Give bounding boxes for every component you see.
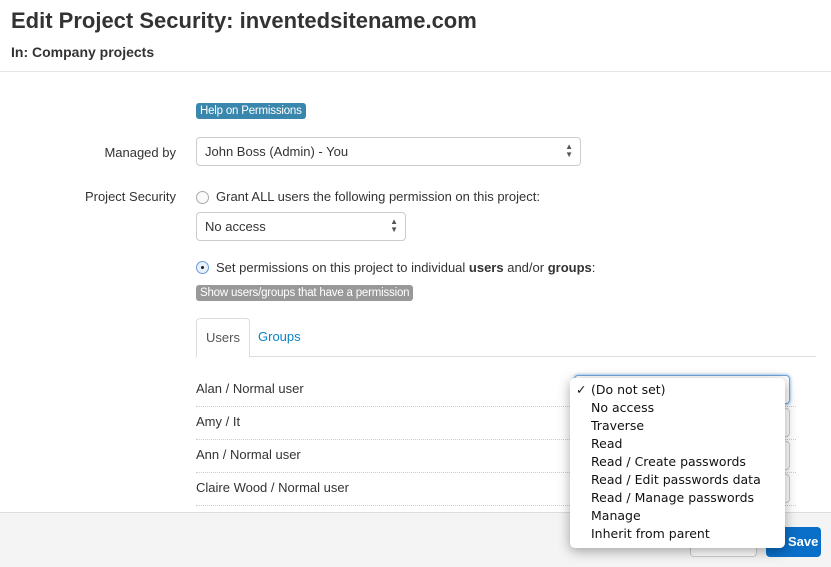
option-label: (Do not set) (591, 382, 666, 397)
dropdown-option[interactable]: Read (570, 435, 785, 453)
user-name: Ann / Normal user (196, 447, 301, 462)
dropdown-option[interactable]: Manage (570, 507, 785, 525)
show-users-groups-button[interactable]: Show users/groups that have a permission (196, 285, 414, 301)
checkmark-icon: ✓ (576, 382, 587, 397)
page-subtitle: In: Company projects (11, 44, 155, 60)
dropdown-option[interactable]: Read / Edit passwords data (570, 471, 785, 489)
text: : (591, 260, 596, 275)
grant-all-value: No access (205, 219, 266, 234)
dropdown-option[interactable]: Traverse (570, 417, 785, 435)
grant-all-radio[interactable] (196, 191, 209, 204)
user-name: Claire Wood / Normal user (196, 480, 349, 495)
select-arrows-icon: ▲ ▼ (565, 142, 573, 159)
users-word: users (468, 260, 504, 275)
individual-permissions-radio[interactable] (196, 261, 209, 274)
dropdown-option[interactable]: ✓ (Do not set) (570, 381, 785, 399)
project-security-label: Project Security (84, 189, 176, 204)
grant-all-select[interactable]: No access ▲ ▼ (196, 212, 406, 241)
page-header: Edit Project Security: inventedsitename.… (0, 0, 831, 72)
dropdown-option[interactable]: No access (570, 399, 785, 417)
dropdown-option[interactable]: Read / Create passwords (570, 453, 785, 471)
text: Set permissions on this project to indiv… (216, 260, 469, 275)
groups-word: groups (547, 260, 592, 275)
page-title: Edit Project Security: inventedsitename.… (11, 8, 477, 33)
user-name: Alan / Normal user (196, 381, 304, 396)
managed-by-label: Managed by (104, 145, 176, 160)
grant-all-text: Grant ALL users the following permission… (216, 189, 540, 204)
select-arrows-icon: ▲ ▼ (390, 217, 398, 234)
tabs: Users Groups (196, 318, 816, 358)
managed-by-select[interactable]: John Boss (Admin) - You ▲ ▼ (196, 137, 581, 166)
dropdown-option[interactable]: Inherit from parent (570, 525, 785, 543)
text: and/or (503, 260, 548, 275)
tab-users[interactable]: Users (196, 318, 250, 358)
permission-dropdown-menu: ✓ (Do not set) No access Traverse Read Re… (570, 378, 785, 548)
dropdown-option[interactable]: Read / Manage passwords (570, 489, 785, 507)
user-name: Amy / It (196, 414, 241, 429)
individual-permissions-text: Set permissions on this project to indiv… (216, 260, 595, 275)
help-on-permissions-button[interactable]: Help on Permissions (196, 103, 306, 119)
tab-groups[interactable]: Groups (249, 318, 310, 357)
managed-by-value: John Boss (Admin) - You (205, 144, 349, 159)
